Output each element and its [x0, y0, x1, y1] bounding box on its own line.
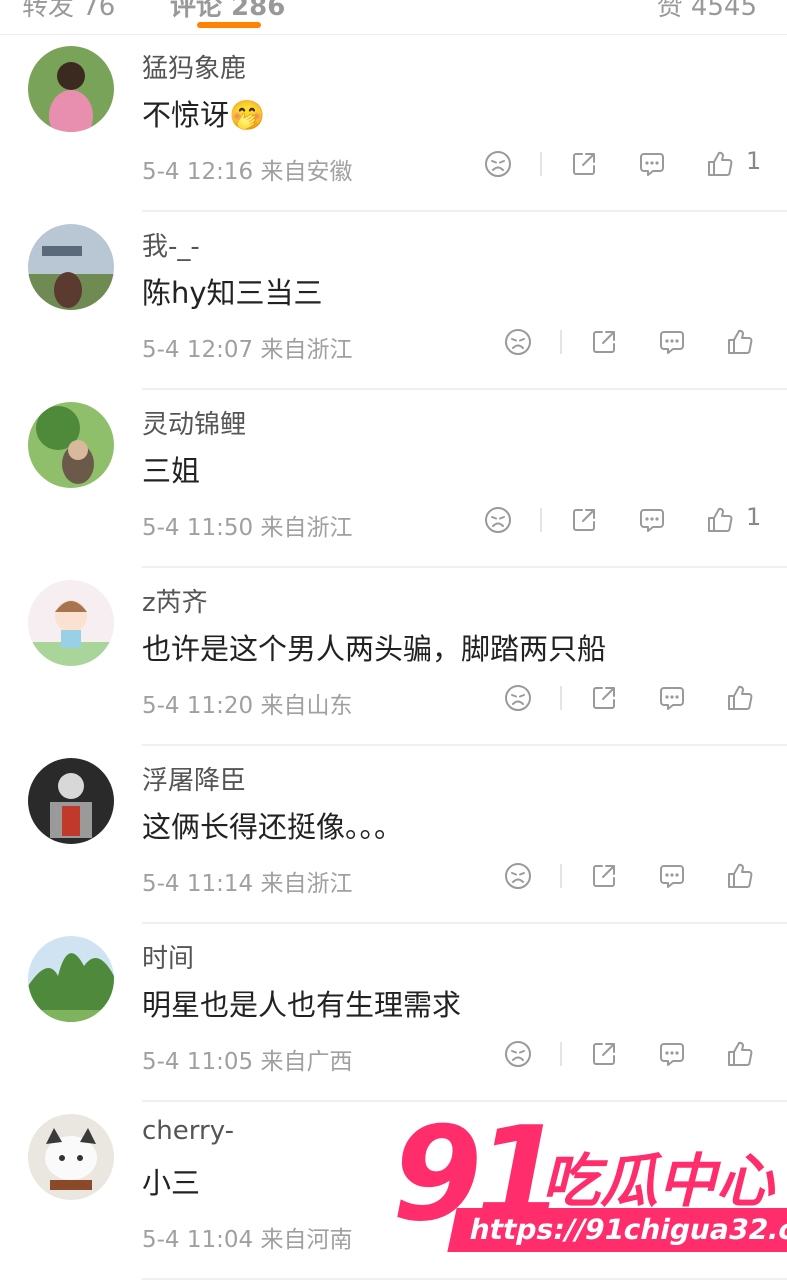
comment-meta: 5-4 11:14 来自浙江: [142, 864, 352, 898]
watermark: 91 吃瓜中心 https://91chigua32.com: [392, 1098, 787, 1270]
avatar[interactable]: [28, 1114, 114, 1200]
avatar[interactable]: [28, 936, 114, 1022]
comment-item: 我-_- 陈hy知三当三 5-4 12:07 来自浙江: [0, 212, 787, 390]
comment-location: 来自浙江: [260, 337, 353, 363]
comment-meta: 5-4 11:20 来自山东: [142, 686, 352, 720]
tab-comments[interactable]: 评论 286: [170, 0, 285, 23]
comment-item: 猛犸象鹿 不惊讶🤭 5-4 12:16 来自安徽 1: [0, 34, 787, 212]
comment-item: 时间 明星也是人也有生理需求 5-4 11:05 来自广西: [0, 924, 787, 1102]
comment-icon[interactable]: [650, 1032, 694, 1076]
dislike-face-icon[interactable]: [476, 142, 520, 186]
like-count: 1: [746, 503, 762, 531]
comment-meta: 5-4 11:50 来自浙江: [142, 508, 352, 542]
thumb-up-icon[interactable]: [718, 320, 762, 364]
comment-time: 5-4 11:20: [142, 693, 254, 719]
comment-time: 5-4 11:14: [142, 871, 254, 897]
comment-text: 明星也是人也有生理需求: [142, 988, 462, 1022]
username[interactable]: 时间: [142, 938, 194, 975]
comment-text: 不惊讶🤭: [142, 98, 266, 132]
action-divider: [540, 508, 542, 532]
action-divider: [560, 686, 562, 710]
username[interactable]: cherry-: [142, 1116, 234, 1146]
tab-reposts[interactable]: 转发 76: [22, 0, 115, 23]
username[interactable]: 浮屠降臣: [142, 760, 246, 797]
comment-item: 浮屠降臣 这俩长得还挺像。。。 5-4 11:14 来自浙江: [0, 746, 787, 924]
action-divider: [540, 152, 542, 176]
tab-likes[interactable]: 赞 4545: [657, 0, 757, 23]
comment-location: 来自河南: [260, 1227, 353, 1253]
action-divider: [560, 1042, 562, 1066]
comment-icon[interactable]: [650, 676, 694, 720]
thumb-up-icon[interactable]: [718, 676, 762, 720]
thumb-up-icon[interactable]: [698, 498, 742, 542]
comment-time: 5-4 11:50: [142, 515, 254, 541]
avatar[interactable]: [28, 758, 114, 844]
comment-icon[interactable]: [630, 498, 674, 542]
comment-location: 来自安徽: [260, 159, 353, 185]
comment-text: 小三: [142, 1166, 201, 1200]
username[interactable]: 我-_-: [142, 226, 200, 263]
comment-location: 来自山东: [260, 693, 353, 719]
dislike-face-icon[interactable]: [496, 854, 540, 898]
comment-meta: 5-4 11:04 来自河南: [142, 1220, 352, 1254]
username[interactable]: 猛犸象鹿: [142, 48, 246, 85]
comment-meta: 5-4 12:16 来自安徽: [142, 152, 352, 186]
comment-meta: 5-4 12:07 来自浙江: [142, 330, 352, 364]
comment-time: 5-4 11:04: [142, 1227, 254, 1253]
avatar[interactable]: [28, 580, 114, 666]
avatar[interactable]: [28, 224, 114, 310]
comment-time: 5-4 12:16: [142, 159, 254, 185]
thumb-up-icon[interactable]: [698, 142, 742, 186]
share-icon[interactable]: [582, 320, 626, 364]
comment-icon[interactable]: [630, 142, 674, 186]
share-icon[interactable]: [582, 676, 626, 720]
comment-item: 灵动锦鲤 三姐 5-4 11:50 来自浙江 1: [0, 390, 787, 568]
active-tab-indicator: [197, 22, 261, 28]
comment-text: 三姐: [142, 454, 201, 488]
like-count: 1: [746, 147, 762, 175]
comment-item: z芮齐 也许是这个男人两头骗，脚踏两只船 5-4 11:20 来自山东: [0, 568, 787, 746]
comment-location: 来自浙江: [260, 515, 353, 541]
comment-location: 来自广西: [260, 1049, 353, 1075]
comment-text: 这俩长得还挺像。。。: [142, 810, 404, 844]
comment-text: 也许是这个男人两头骗，脚踏两只船: [142, 632, 607, 666]
watermark-title: 吃瓜中心: [542, 1147, 775, 1215]
share-icon[interactable]: [582, 854, 626, 898]
covering-mouth-emoji-icon: 🤭: [229, 98, 266, 132]
avatar[interactable]: [28, 402, 114, 488]
avatar[interactable]: [28, 46, 114, 132]
username[interactable]: z芮齐: [142, 582, 208, 619]
share-icon[interactable]: [562, 142, 606, 186]
tab-bar: 转发 76 评论 286 赞 4545: [0, 0, 787, 35]
dislike-face-icon[interactable]: [476, 498, 520, 542]
action-divider: [560, 864, 562, 888]
username[interactable]: 灵动锦鲤: [142, 404, 246, 441]
action-divider: [560, 330, 562, 354]
comment-meta: 5-4 11:05 来自广西: [142, 1042, 352, 1076]
dislike-face-icon[interactable]: [496, 1032, 540, 1076]
watermark-url: https://91chigua32.com: [447, 1208, 787, 1252]
share-icon[interactable]: [582, 1032, 626, 1076]
thumb-up-icon[interactable]: [718, 854, 762, 898]
comment-icon[interactable]: [650, 320, 694, 364]
thumb-up-icon[interactable]: [718, 1032, 762, 1076]
dislike-face-icon[interactable]: [496, 676, 540, 720]
comment-icon[interactable]: [650, 854, 694, 898]
dislike-face-icon[interactable]: [496, 320, 540, 364]
comment-text: 陈hy知三当三: [142, 276, 323, 310]
comment-time: 5-4 11:05: [142, 1049, 254, 1075]
comment-location: 来自浙江: [260, 871, 353, 897]
comment-time: 5-4 12:07: [142, 337, 254, 363]
share-icon[interactable]: [562, 498, 606, 542]
